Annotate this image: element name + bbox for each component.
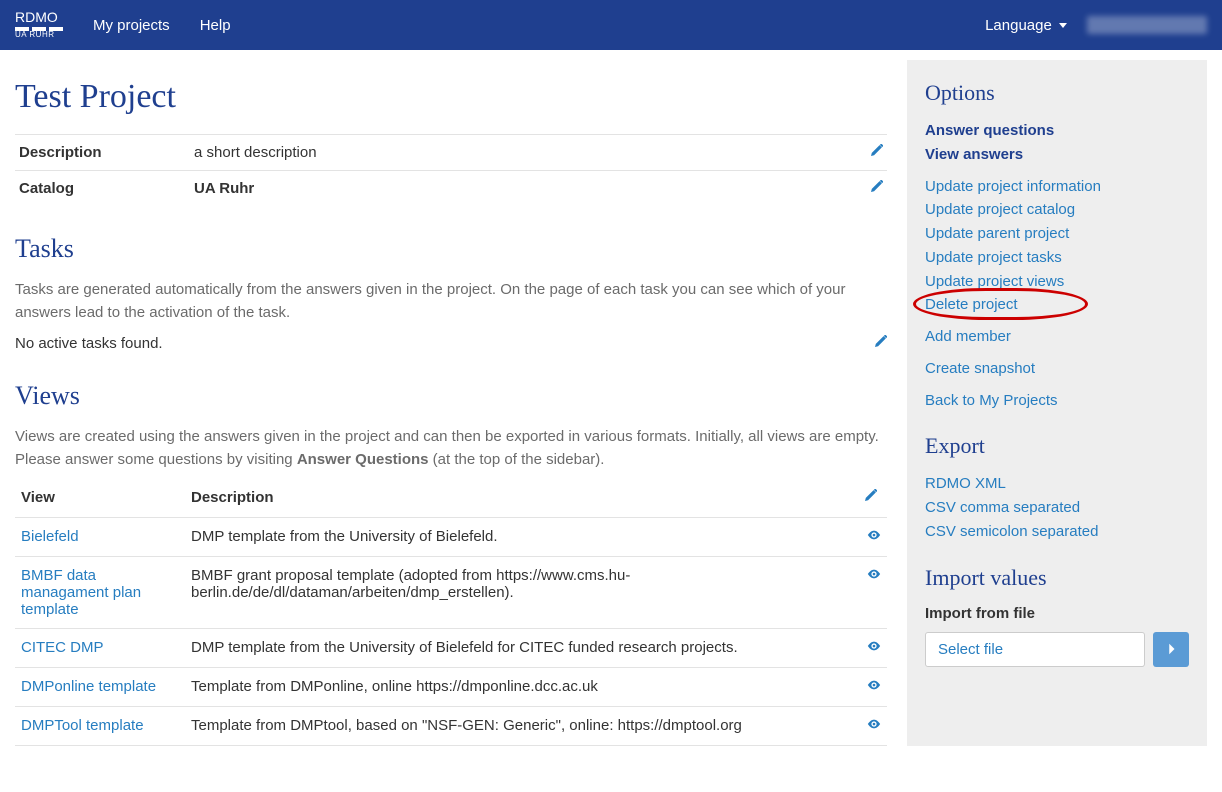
view-eye-button[interactable]: [857, 629, 887, 668]
pencil-icon: [863, 490, 877, 507]
view-eye-button[interactable]: [857, 707, 887, 746]
views-intro: Views are created using the answers give…: [15, 425, 887, 472]
sidebar-add-member[interactable]: Add member: [925, 326, 1189, 348]
table-row: DMPonline template Template from DMPonlin…: [15, 668, 887, 707]
sidebar-back[interactable]: Back to My Projects: [925, 390, 1189, 412]
brand[interactable]: RDMO UA RUHR: [15, 10, 63, 40]
pencil-icon: [869, 145, 883, 161]
edit-description-button[interactable]: [869, 144, 883, 161]
tasks-empty-text: No active tasks found.: [15, 335, 163, 352]
view-eye-button[interactable]: [857, 518, 887, 557]
eye-icon: [867, 679, 881, 696]
sidebar-update-catalog[interactable]: Update project catalog: [925, 199, 1189, 221]
pencil-icon: [869, 181, 883, 197]
view-eye-button[interactable]: [857, 668, 887, 707]
tasks-heading: Tasks: [15, 234, 887, 264]
nav-my-projects[interactable]: My projects: [93, 17, 170, 34]
view-description: BMBF grant proposal template (adopted fr…: [185, 557, 857, 629]
views-heading: Views: [15, 381, 887, 411]
pencil-icon: [873, 336, 887, 353]
edit-catalog-button[interactable]: [869, 180, 883, 197]
project-catalog-row: Catalog UA Ruhr: [15, 170, 887, 206]
select-file-button[interactable]: Select file: [925, 632, 1145, 667]
import-heading: Import values: [925, 565, 1189, 591]
options-heading: Options: [925, 80, 1189, 106]
nav-help[interactable]: Help: [200, 17, 231, 34]
view-link[interactable]: DMPonline template: [21, 678, 156, 695]
catalog-label: Catalog: [19, 180, 194, 197]
export-csv-semi[interactable]: CSV semicolon separated: [925, 521, 1189, 543]
arrow-right-icon: [1164, 642, 1178, 656]
view-link[interactable]: DMPTool template: [21, 717, 144, 734]
import-from-file-label: Import from file: [925, 605, 1189, 622]
catalog-value: UA Ruhr: [194, 180, 869, 197]
views-col-desc: Description: [185, 479, 857, 518]
views-intro-b: (at the top of the sidebar).: [429, 451, 605, 468]
table-row: Bielefeld DMP template from the Universit…: [15, 518, 887, 557]
brand-subtext: UA RUHR: [15, 31, 63, 40]
sidebar-update-parent[interactable]: Update parent project: [925, 223, 1189, 245]
brand-text: RDMO: [15, 10, 63, 25]
eye-icon: [867, 568, 881, 585]
views-col-view: View: [15, 479, 185, 518]
export-rdmo-xml[interactable]: RDMO XML: [925, 473, 1189, 495]
export-csv-comma[interactable]: CSV comma separated: [925, 497, 1189, 519]
sidebar: Options Answer questions View answers Up…: [907, 60, 1207, 746]
sidebar-update-info[interactable]: Update project information: [925, 176, 1189, 198]
main-content: Test Project Description a short descrip…: [15, 60, 887, 746]
sidebar-create-snapshot[interactable]: Create snapshot: [925, 358, 1189, 380]
view-description: DMP template from the University of Biel…: [185, 518, 857, 557]
project-description-row: Description a short description: [15, 134, 887, 170]
eye-icon: [867, 718, 881, 735]
import-submit-button[interactable]: [1153, 632, 1189, 667]
language-label: Language: [985, 17, 1052, 34]
edit-tasks-button[interactable]: [873, 335, 887, 353]
tasks-intro: Tasks are generated automatically from t…: [15, 278, 887, 325]
view-link[interactable]: BMBF data managament plan template: [21, 567, 141, 618]
language-dropdown[interactable]: Language: [985, 17, 1067, 34]
description-value: a short description: [194, 144, 869, 161]
edit-views-button[interactable]: [857, 479, 887, 518]
eye-icon: [867, 529, 881, 546]
view-description: Template from DMPonline, online https://…: [185, 668, 857, 707]
sidebar-view-answers[interactable]: View answers: [925, 144, 1189, 166]
description-label: Description: [19, 144, 194, 161]
view-link[interactable]: CITEC DMP: [21, 639, 104, 656]
sidebar-answer-questions[interactable]: Answer questions: [925, 120, 1189, 142]
sidebar-update-tasks[interactable]: Update project tasks: [925, 247, 1189, 269]
navbar: RDMO UA RUHR My projects Help Language: [0, 0, 1222, 50]
user-menu-blurred[interactable]: [1087, 16, 1207, 34]
sidebar-delete-project[interactable]: Delete project: [925, 294, 1189, 316]
nav-links: My projects Help: [93, 17, 231, 34]
view-description: DMP template from the University of Biel…: [185, 629, 857, 668]
views-intro-strong: Answer Questions: [297, 451, 429, 468]
export-heading: Export: [925, 433, 1189, 459]
table-row: DMPTool template Template from DMPtool, b…: [15, 707, 887, 746]
page-title: Test Project: [15, 78, 887, 116]
table-row: CITEC DMP DMP template from the Universit…: [15, 629, 887, 668]
eye-icon: [867, 640, 881, 657]
chevron-down-icon: [1059, 23, 1067, 28]
views-table: View Description Bielefeld DMP template f…: [15, 479, 887, 746]
view-eye-button[interactable]: [857, 557, 887, 629]
sidebar-update-views[interactable]: Update project views: [925, 271, 1189, 293]
view-description: Template from DMPtool, based on "NSF-GEN…: [185, 707, 857, 746]
table-row: BMBF data managament plan template BMBF g…: [15, 557, 887, 629]
view-link[interactable]: Bielefeld: [21, 528, 79, 545]
